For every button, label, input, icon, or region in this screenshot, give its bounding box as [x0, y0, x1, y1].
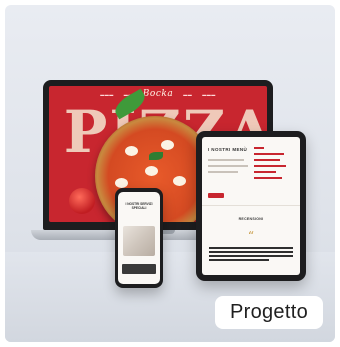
tablet-reviews-heading: RECENSIONI — [238, 217, 264, 221]
mozzarella-graphic — [173, 176, 186, 186]
phone-services-heading: I NOSTRI SERVIZI SPECIALI — [125, 202, 153, 210]
project-badge[interactable]: Progetto — [215, 296, 323, 329]
text-line — [208, 171, 238, 173]
tablet-cta-button — [208, 193, 224, 198]
quote-mark-icon: “ — [247, 229, 255, 243]
nav-link: ▬▬▬ — [202, 91, 216, 97]
review-text-line — [209, 251, 293, 253]
project-card[interactable]: ▬▬▬ ▬▬ Bocka ▬▬ ▬▬▬ PIZZA — [5, 5, 335, 342]
mozzarella-graphic — [145, 166, 158, 176]
nav-link: ▬▬ — [183, 91, 193, 97]
text-line — [208, 159, 244, 161]
menu-item-line — [254, 177, 282, 179]
phone-photo — [123, 226, 155, 256]
review-text-line — [209, 247, 293, 249]
tomato-graphic — [69, 188, 95, 214]
mozzarella-graphic — [125, 146, 138, 156]
nav-link: ▬▬▬ — [100, 91, 114, 97]
phone-mockup: I NOSTRI SERVIZI SPECIALI — [115, 188, 163, 288]
phone-footer-bar — [122, 264, 156, 274]
review-text-line — [209, 255, 293, 257]
tablet-menu-heading: I NOSTRI MENÙ — [208, 147, 248, 152]
basil-graphic — [149, 152, 163, 160]
text-line — [208, 165, 248, 167]
divider — [202, 205, 300, 206]
menu-item-line — [254, 171, 276, 173]
menu-item-line — [254, 147, 264, 149]
menu-item-line — [254, 165, 286, 167]
mozzarella-graphic — [161, 140, 174, 150]
phone-website-preview: I NOSTRI SERVIZI SPECIALI — [118, 192, 160, 284]
tablet-website-preview: I NOSTRI MENÙ RECENSIONI “ — [202, 137, 300, 275]
review-text-line — [209, 259, 269, 261]
menu-item-line — [254, 153, 284, 155]
tablet-mockup: I NOSTRI MENÙ RECENSIONI “ — [196, 131, 306, 281]
menu-item-line — [254, 159, 280, 161]
mozzarella-graphic — [115, 178, 128, 188]
